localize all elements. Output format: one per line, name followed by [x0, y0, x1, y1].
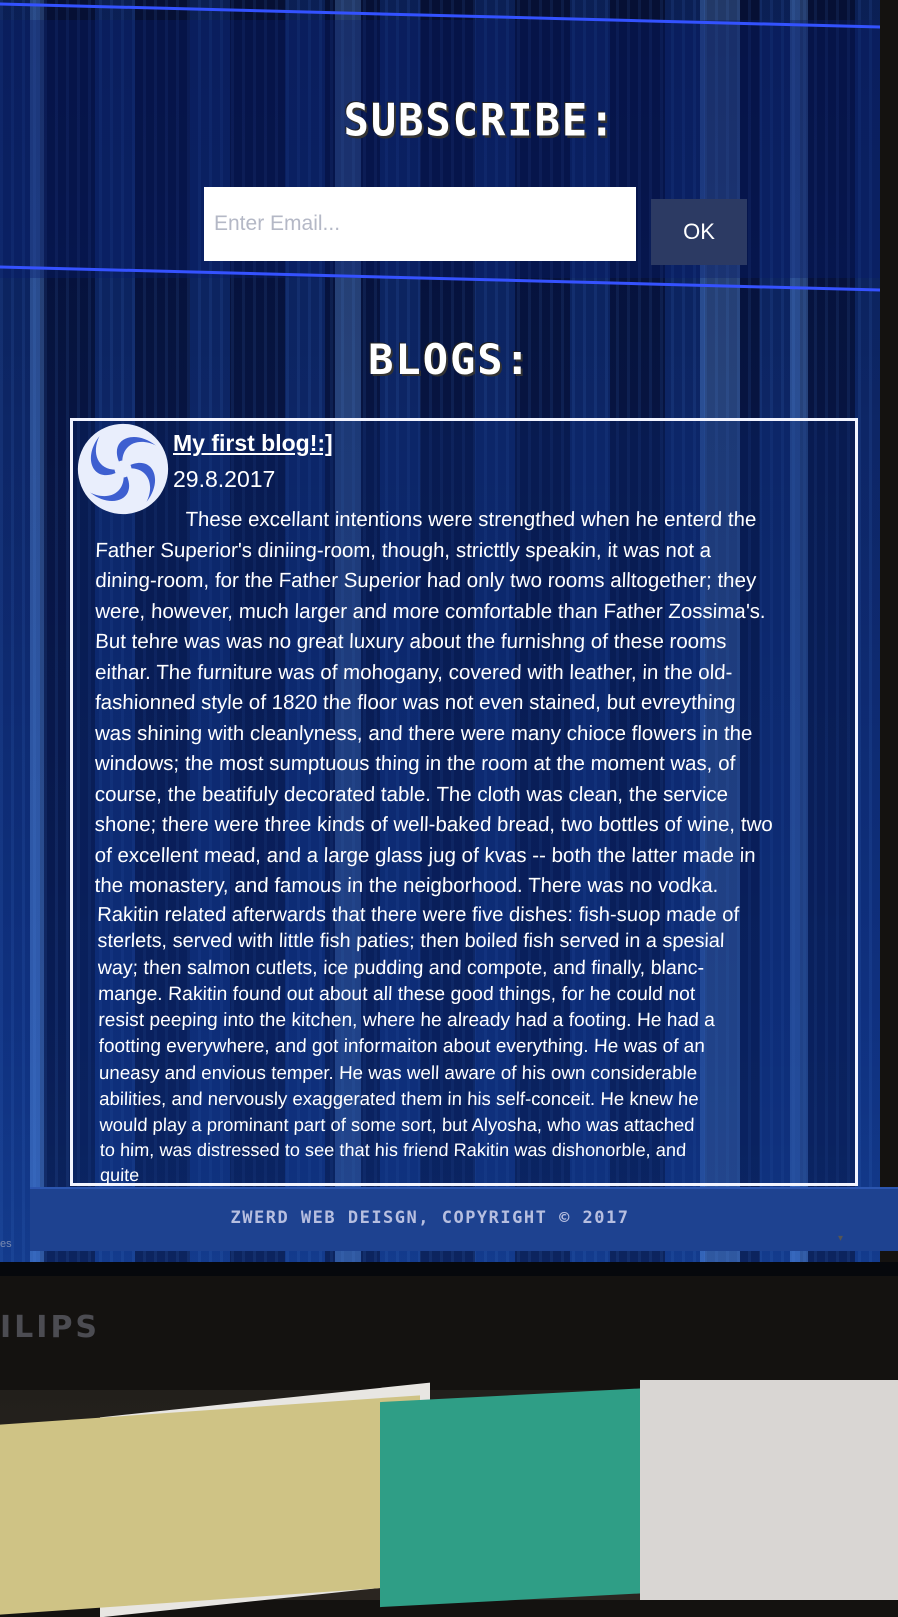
monitor-bezel: [0, 1262, 898, 1276]
side-label: es: [0, 1238, 12, 1250]
blog-body-line: the monastery, and famous in the neigbor…: [94, 874, 719, 897]
footer-copyright: ZWERD WEB DEISGN, COPYRIGHT © 2017: [230, 1208, 630, 1228]
blog-body-line: sterlets, served with little fish paties…: [97, 930, 725, 953]
blog-body-line: were, however, much larger and more comf…: [94, 599, 767, 623]
blog-body-line: way; then salmon cutlets, ice pudding an…: [97, 956, 705, 979]
scrollbar-down-arrow[interactable]: ▾: [838, 1233, 843, 1244]
blog-body-line: windows; the most sumptuous thing in the…: [94, 752, 736, 775]
blog-body-line: dining-room, for the Father Superior had…: [94, 569, 757, 592]
desk-item: [0, 1395, 420, 1615]
desk-item: [380, 1387, 650, 1608]
blog-title-link[interactable]: My first blog!:]: [173, 430, 333, 457]
blog-body-line: was shining with cleanlyness, and there …: [94, 721, 753, 745]
swirl-logo-icon: [77, 423, 169, 515]
blog-body-line: would play a prominant part of some sort…: [99, 1113, 695, 1135]
subscribe-ok-button[interactable]: OK: [651, 199, 747, 265]
blog-body-line: uneasy and envious temper. He was well a…: [98, 1062, 698, 1084]
blog-body-text: These excellant intentions were strength…: [72, 505, 832, 1189]
blog-body-line: to him, was distressed to see that his f…: [99, 1139, 687, 1160]
blog-body-line: But tehre was was no great luxury about …: [94, 630, 727, 653]
blog-body-line: These excellant intentions were strength…: [185, 508, 757, 531]
monitor-brand-label: ILIPS: [0, 1310, 101, 1345]
blog-body-line: Father Superior's diniing-room, though, …: [94, 538, 712, 562]
blog-body-line: shone; there were three kinds of well-ba…: [94, 813, 774, 836]
blog-body-line: Rakitin related afterwards that there we…: [96, 903, 740, 926]
blog-body-line: abilities, and nervously exaggerated the…: [98, 1088, 700, 1110]
desk-item: [640, 1380, 898, 1600]
blogs-heading: BLOGS:: [368, 335, 532, 384]
email-field[interactable]: [204, 187, 636, 261]
blog-body-line: course, the beatifuly decorated table. T…: [94, 782, 729, 806]
blog-body-line: quite: [99, 1165, 140, 1186]
blog-body-line: fashionned style of 1820 the floor was n…: [94, 691, 736, 714]
blog-body-line: of excellent mead, and a large glass jug…: [94, 843, 757, 867]
blog-body-line: footting everywhere, and got informaiton…: [98, 1035, 706, 1057]
blog-body-line: mange. Rakitin found out about all these…: [97, 983, 696, 1006]
blog-date: 29.8.2017: [173, 466, 276, 492]
blog-body-line: resist peeping into the kitchen, where h…: [97, 1009, 716, 1031]
blog-body-line: eithar. The furniture was of mohogany, c…: [94, 660, 733, 684]
subscribe-heading: SUBSCRIBE:: [343, 94, 617, 147]
